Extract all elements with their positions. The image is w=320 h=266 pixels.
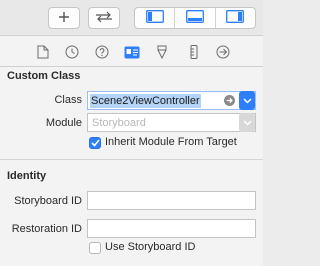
class-field-value[interactable]: Scene2ViewController [90, 94, 201, 108]
quick-help-icon[interactable] [94, 44, 110, 60]
identity-inspector-icon[interactable] [124, 44, 140, 60]
module-dropdown-button[interactable] [239, 113, 255, 132]
plus-icon [58, 11, 70, 26]
inspector-panel-toggle[interactable] [216, 8, 255, 28]
inspector-tab-bar [0, 35, 263, 67]
checkmark-icon [90, 139, 100, 147]
custom-class-title: Custom Class [7, 70, 81, 82]
swap-arrows-icon [95, 11, 113, 26]
chevron-down-icon [242, 117, 252, 129]
connections-inspector-icon[interactable] [215, 44, 231, 60]
history-inspector-icon[interactable] [64, 44, 80, 60]
section-divider [0, 159, 263, 160]
identity-inspector-panel: Custom Class Class Scene2ViewController … [0, 67, 263, 266]
toolbar [0, 0, 263, 35]
module-label: Module [45, 117, 82, 129]
inherit-module-checkbox[interactable] [89, 137, 101, 149]
inherit-module-label: Inherit Module From Target [105, 136, 237, 148]
class-label: Class [54, 94, 82, 106]
class-combo-box[interactable]: Scene2ViewController [87, 91, 256, 110]
file-inspector-icon[interactable] [35, 44, 51, 60]
navigator-panel-toggle[interactable] [135, 8, 176, 28]
attributes-inspector-icon[interactable] [154, 44, 170, 60]
navigator-panel-icon [145, 10, 164, 26]
debug-panel-icon [186, 10, 204, 26]
storyboard-id-label: Storyboard ID [14, 195, 82, 207]
add-button[interactable] [48, 7, 80, 29]
size-inspector-icon[interactable] [186, 44, 202, 60]
debug-panel-toggle[interactable] [175, 8, 216, 28]
chevron-down-icon [242, 95, 252, 107]
storyboard-id-field[interactable] [87, 191, 256, 210]
module-placeholder: Storyboard [92, 117, 146, 129]
use-storyboard-id-label: Use Storyboard ID [105, 241, 196, 253]
panel-toggle-group [134, 7, 256, 29]
go-to-class-arrow-icon[interactable] [224, 95, 235, 106]
class-dropdown-button[interactable] [239, 91, 255, 110]
identity-title: Identity [7, 170, 47, 182]
inspector-panel-icon [226, 10, 245, 26]
restoration-id-field[interactable] [87, 219, 256, 238]
use-storyboard-id-checkbox[interactable] [89, 242, 101, 254]
module-combo-box[interactable]: Storyboard [87, 113, 256, 132]
swap-button[interactable] [88, 7, 120, 29]
xcode-inspector: Custom Class Class Scene2ViewController … [0, 0, 263, 266]
restoration-id-label: Restoration ID [11, 223, 82, 235]
